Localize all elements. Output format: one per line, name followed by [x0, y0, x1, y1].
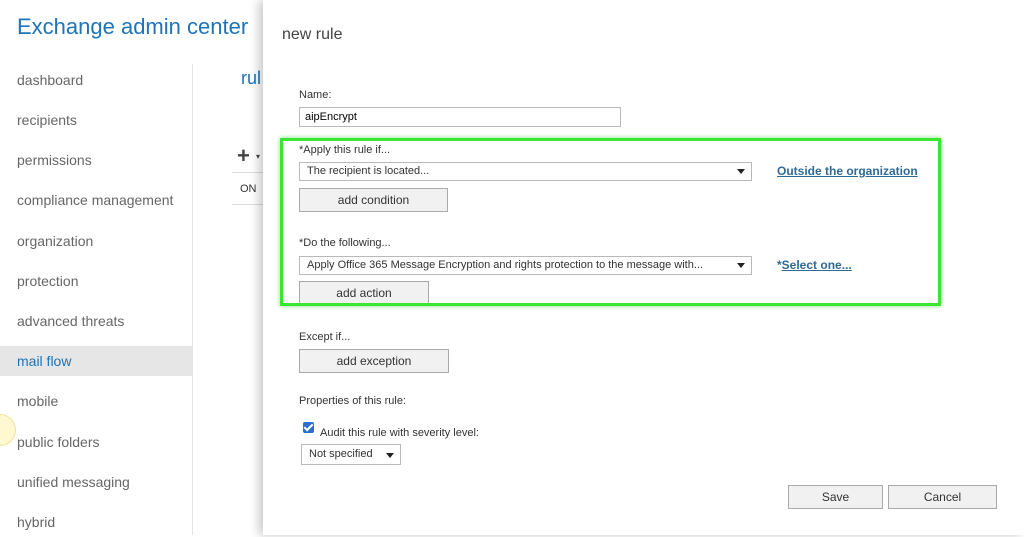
- severity-select[interactable]: Not specified: [301, 444, 401, 465]
- sidebar-item-protection[interactable]: protection: [0, 266, 192, 296]
- add-rule-icon[interactable]: +: [237, 143, 250, 169]
- sidebar-item-recipients[interactable]: recipients: [0, 105, 192, 135]
- sidebar-divider: [192, 64, 193, 535]
- sidebar-item-compliance-management[interactable]: compliance management: [0, 185, 192, 215]
- except-if-label: Except if...: [299, 331, 351, 343]
- severity-value: Not specified: [309, 448, 373, 460]
- sidebar-item-advanced-threats[interactable]: advanced threats: [0, 306, 192, 336]
- sidebar-item-mobile[interactable]: mobile: [0, 386, 192, 416]
- page-title-rules: rul: [241, 68, 262, 88]
- cancel-button[interactable]: Cancel: [888, 485, 997, 509]
- new-rule-dialog: new rule Name: *Apply this rule if... Th…: [263, 0, 1024, 535]
- app-title: Exchange admin center: [17, 14, 249, 39]
- properties-label: Properties of this rule:: [299, 395, 406, 407]
- sidebar-item-unified-messaging[interactable]: unified messaging: [0, 467, 192, 497]
- sidebar-item-public-folders[interactable]: public folders: [0, 427, 192, 457]
- sidebar-item-permissions[interactable]: permissions: [0, 145, 192, 175]
- audit-checkbox[interactable]: [303, 422, 314, 433]
- name-label: Name:: [299, 89, 332, 101]
- audit-label: Audit this rule with severity level:: [320, 427, 479, 439]
- sidebar-item-dashboard[interactable]: dashboard: [0, 65, 192, 95]
- column-header-on[interactable]: ON: [240, 183, 257, 195]
- sidebar-item-hybrid[interactable]: hybrid: [0, 507, 192, 537]
- save-button[interactable]: Save: [788, 485, 883, 509]
- sidebar-nav: dashboard recipients permissions complia…: [0, 60, 192, 535]
- add-exception-button[interactable]: add exception: [299, 349, 449, 373]
- sidebar-item-mail-flow[interactable]: mail flow: [0, 346, 192, 376]
- chevron-down-icon: [386, 453, 394, 458]
- table-divider: [232, 204, 263, 205]
- annotation-highlight-box: [280, 138, 941, 306]
- name-field[interactable]: [299, 107, 621, 127]
- table-divider: [232, 172, 263, 173]
- sidebar-item-organization[interactable]: organization: [0, 226, 192, 256]
- chevron-down-icon[interactable]: ▾: [256, 152, 260, 161]
- dialog-title: new rule: [282, 26, 343, 43]
